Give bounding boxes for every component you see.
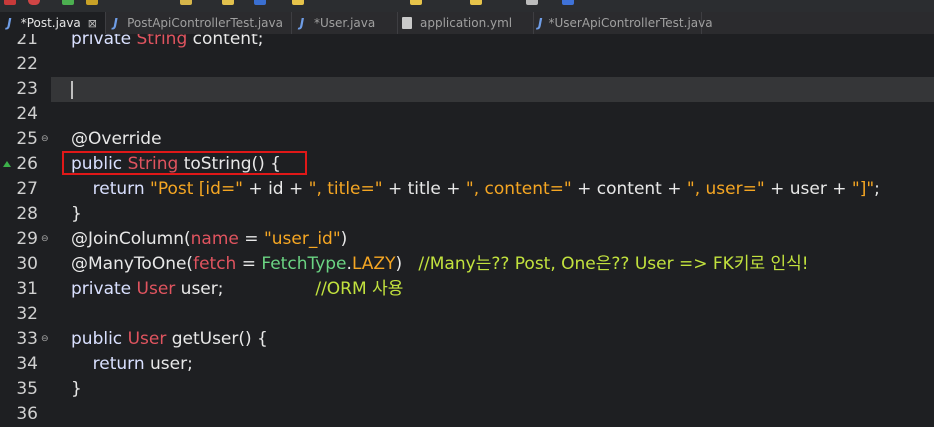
close-tab-icon[interactable]: ⊠	[88, 17, 97, 30]
yml-file-icon	[402, 17, 412, 29]
search-icon[interactable]	[222, 0, 234, 5]
debug-icon[interactable]	[28, 0, 40, 5]
tab-post-java[interactable]: J *Post.java ⊠	[0, 12, 106, 34]
java-icon: J	[7, 16, 12, 30]
code-text: public String toString() {	[71, 154, 281, 174]
code-line[interactable]: 28}	[0, 202, 934, 227]
line-number: 32	[16, 304, 38, 324]
bookmark-icon[interactable]	[86, 0, 98, 5]
tab-user-java[interactable]: J *User.java	[292, 12, 398, 34]
line-number: 36	[16, 404, 38, 424]
code-line[interactable]: 33 ⊖ public User getUser() {	[0, 327, 934, 352]
code-line[interactable]: 27 return "Post [id=" + id + ", title=" …	[0, 177, 934, 202]
line-number: 21	[16, 34, 38, 49]
code-line[interactable]: 31 private User user; //ORM 사용	[0, 277, 934, 302]
fold-toggle-icon[interactable]: ⊖	[41, 335, 49, 344]
java-icon: J	[113, 16, 118, 30]
line-number: 23	[16, 79, 38, 99]
code-text: private User user; //ORM 사용	[71, 279, 404, 299]
code-editor[interactable]: 21 private String content; 22 23 24 25 ⊖ @Overr…	[0, 34, 934, 427]
code-text: return "Post [id=" + id + ", title=" + t…	[71, 179, 880, 199]
code-text: @JoinColumn(name = "user_id")	[71, 229, 348, 249]
line-number: 27	[16, 179, 38, 199]
tab-label: *Post.java	[20, 16, 81, 30]
code-line[interactable]: 30 @ManyToOne(fetch = FetchType.LAZY) //M…	[0, 252, 934, 277]
toolbar-strip	[0, 0, 934, 12]
line-number: 35	[16, 379, 38, 399]
java-icon: J	[299, 16, 305, 30]
code-text: public User getUser() {	[71, 329, 268, 349]
code-line[interactable]: 36	[0, 402, 934, 427]
line-number: 28	[16, 204, 38, 224]
line-number: 22	[16, 54, 38, 74]
code-line[interactable]: 21 private String content;	[0, 34, 934, 52]
line-number: 33	[16, 329, 38, 349]
code-line[interactable]: 29 ⊖ @JoinColumn(name = "user_id")	[0, 227, 934, 252]
line-number: 24	[16, 104, 38, 124]
code-line[interactable]: 26 public String toString() {	[0, 152, 934, 177]
line-number: 26	[16, 154, 38, 174]
tab-userapicontrollertest-java[interactable]: J *UserApiControllerTest.java	[534, 12, 713, 34]
fold-toggle-icon[interactable]: ⊖	[41, 135, 49, 144]
code-line[interactable]: 24	[0, 102, 934, 127]
code-line[interactable]: 25 ⊖ @Override	[0, 127, 934, 152]
code-text: }	[71, 204, 82, 224]
navigate-icon[interactable]	[292, 0, 304, 5]
tab-label: PostApiControllerTest.java	[127, 16, 283, 30]
code-line[interactable]: 34 return user;	[0, 352, 934, 377]
code-text: @ManyToOne(fetch = FetchType.LAZY) //Man…	[71, 254, 809, 274]
java-icon: J	[538, 16, 543, 30]
code-line[interactable]: 32	[0, 302, 934, 327]
back-icon[interactable]	[526, 0, 538, 5]
tab-application-yml[interactable]: application.yml	[398, 12, 534, 34]
code-line[interactable]: 22	[0, 52, 934, 77]
line-number: 25	[16, 129, 38, 149]
code-text: @Override	[71, 129, 162, 149]
forward-icon[interactable]	[470, 0, 482, 5]
perspective-icon[interactable]	[562, 0, 574, 5]
line-number: 34	[16, 354, 38, 374]
line-number: 31	[16, 279, 38, 299]
annotation-icon[interactable]	[410, 0, 422, 5]
text-caret	[71, 81, 73, 99]
code-text: }	[71, 379, 82, 399]
open-type-icon[interactable]	[254, 0, 266, 5]
fold-toggle-icon[interactable]: ⊖	[41, 235, 49, 244]
run-icon[interactable]	[62, 0, 74, 5]
current-line-highlight	[51, 77, 934, 102]
tab-label: application.yml	[420, 16, 513, 30]
tab-label: *UserApiControllerTest.java	[548, 16, 713, 30]
line-number: 29	[16, 229, 38, 249]
stop-icon[interactable]	[4, 0, 16, 5]
editor-tab-bar: J *Post.java ⊠ J PostApiControllerTest.java J…	[0, 12, 934, 35]
tools-icon[interactable]	[180, 0, 192, 5]
line-number: 30	[16, 254, 38, 274]
code-text: return user;	[71, 354, 193, 374]
code-text: private String content;	[71, 34, 264, 49]
code-line[interactable]: 35}	[0, 377, 934, 402]
tab-label: *User.java	[314, 16, 376, 30]
tab-postapicontrollertest-java[interactable]: J PostApiControllerTest.java	[106, 12, 292, 34]
code-line[interactable]: 23	[0, 77, 934, 102]
